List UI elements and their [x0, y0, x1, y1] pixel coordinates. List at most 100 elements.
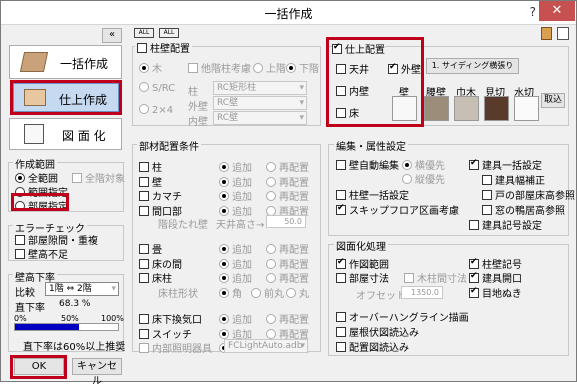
part-check[interactable]: 床の間	[139, 256, 182, 271]
rate-progress-fill	[15, 324, 79, 330]
ceiling-check[interactable]: 天井	[336, 61, 369, 76]
part-add-radio[interactable]: 追加	[219, 174, 252, 189]
pillar-wall-setting-check[interactable]: 柱壁一括設定	[336, 187, 409, 202]
part-re-radio[interactable]: 再配置	[266, 311, 309, 326]
part-re-radio[interactable]: 再配置	[266, 174, 309, 189]
part-check[interactable]: カマチ	[139, 188, 182, 203]
part-add-radio[interactable]: 追加	[219, 256, 252, 271]
light-select[interactable]: FCLightAuto.adb	[224, 339, 308, 353]
part-check[interactable]: 畳	[139, 241, 162, 256]
folder-icon[interactable]	[541, 27, 552, 40]
wallheight-check[interactable]: 壁高不足	[15, 246, 68, 261]
gap-check[interactable]: 部屋隙間・重複	[15, 232, 98, 247]
opening-check[interactable]: 建具開口	[469, 270, 522, 285]
koshi-swatch[interactable]	[424, 96, 449, 121]
scope-target-check[interactable]: 全階対象	[72, 170, 125, 185]
part-check[interactable]: 内部照明器具	[139, 340, 212, 355]
mode-button-drawing[interactable]: 図 面 化	[9, 118, 122, 150]
close-button[interactable]: ✕	[539, 1, 575, 21]
inner-check[interactable]: 内壁	[336, 83, 369, 98]
fixture-width-check[interactable]: 建具幅補正	[482, 172, 545, 187]
draw-range-check[interactable]: 作図範囲	[336, 256, 389, 271]
scale-0: 0%	[14, 314, 27, 323]
rate-value: 68.3 %	[59, 299, 91, 309]
pillar-2x4-radio[interactable]: 2×4	[139, 104, 173, 116]
joint-check[interactable]: 目地ぬき	[469, 285, 522, 300]
part-re-radio[interactable]: 再配置	[266, 256, 309, 271]
siding-button[interactable]: 1. サイディング横張り	[426, 58, 519, 74]
scale-100: 100%	[101, 314, 124, 323]
haba-swatch[interactable]	[454, 96, 479, 121]
part-add-radio[interactable]: 追加	[219, 311, 252, 326]
roof-plan-check[interactable]: 屋根伏図読込み	[336, 324, 419, 339]
offset-label: オフセット	[356, 291, 406, 302]
site-plan-check[interactable]: 配置図読込み	[336, 339, 409, 354]
part-add-radio[interactable]: 追加	[219, 241, 252, 256]
help-button[interactable]: ?	[530, 5, 536, 19]
window-lintel-check[interactable]: 窓の鴨居高参照	[482, 202, 565, 217]
mikiri-swatch[interactable]	[484, 96, 509, 121]
part-re-radio[interactable]: 再配置	[266, 241, 309, 256]
part-check[interactable]: スイッチ	[139, 326, 192, 341]
check-all-icon[interactable]: ALL	[134, 28, 154, 38]
col-select[interactable]: RC矩形柱	[213, 81, 307, 95]
shape-square-radio[interactable]: 角	[219, 285, 242, 300]
horizontal-priority-radio[interactable]: 横優先	[402, 157, 445, 172]
part-add-radio[interactable]: 追加	[219, 188, 252, 203]
shape-front-radio[interactable]: 前丸	[251, 285, 284, 300]
part-check[interactable]: 床下換気口	[139, 311, 202, 326]
auto-edit-check[interactable]: 壁自動編集	[336, 157, 399, 172]
hidden-label: 階段たれ壁	[158, 220, 208, 231]
ceil-input[interactable]: 50.0	[266, 215, 306, 228]
scope-title: 作成範囲	[13, 156, 57, 171]
part-re-radio[interactable]: 再配置	[266, 188, 309, 203]
part-re-radio[interactable]: 再配置	[266, 159, 309, 174]
dialog-window: 一括作成 ? ✕ « 一括作成 仕上作成 図 面 化 作成範囲 全範囲 全階対象…	[0, 0, 577, 387]
pillar-src-radio[interactable]: S/RC	[139, 82, 175, 94]
pillar-wood-radio[interactable]: 木	[139, 60, 162, 75]
part-check[interactable]: 床柱	[139, 270, 172, 285]
part-re-radio[interactable]: 再配置	[266, 270, 309, 285]
door-floor-check[interactable]: 戸の部屋床高参照	[482, 187, 575, 202]
fixture-symbol-check[interactable]: 建具記号設定	[469, 217, 542, 232]
part-check[interactable]: 壁	[139, 174, 162, 189]
mode-button-bulk[interactable]: 一括作成	[9, 45, 122, 79]
out-select[interactable]: RC壁	[213, 96, 307, 110]
compare-select[interactable]: 1階 ⇔ 2階	[45, 282, 119, 296]
rate-note: 直下率は60%以上推奨	[23, 342, 126, 353]
wall-swatch[interactable]	[392, 96, 417, 121]
pillar-check[interactable]: 柱壁配置	[135, 40, 192, 55]
compare-label: 比較	[15, 288, 35, 299]
import-button[interactable]: 取込	[541, 93, 565, 108]
room-dim-check[interactable]: 部屋寸法	[336, 270, 389, 285]
floor-check[interactable]: 床	[336, 105, 359, 120]
pillar-up-radio[interactable]: 上階	[253, 60, 286, 75]
pillar-symbol-check[interactable]: 柱壁記号	[469, 256, 522, 271]
pillar-down-radio[interactable]: 下階	[286, 60, 319, 75]
settings-icon[interactable]	[557, 27, 569, 40]
mizukiri-swatch[interactable]	[514, 96, 539, 121]
house-icon	[19, 52, 49, 72]
fixture-setting-check[interactable]: 建具一括設定	[469, 157, 542, 172]
offset-input[interactable]: 1350.0	[401, 286, 443, 299]
shape-round-radio[interactable]: 丸	[286, 285, 309, 300]
part-check[interactable]: 柱	[139, 159, 162, 174]
part-add-radio[interactable]: 追加	[219, 159, 252, 174]
scope-all-radio[interactable]: 全範囲	[15, 170, 58, 185]
finish-check[interactable]: 仕上配置	[332, 41, 385, 56]
ceil-label: 天井高さ→	[216, 220, 265, 231]
pillar-sub-check[interactable]: 他階柱考慮	[188, 60, 251, 75]
vertical-priority-radio[interactable]: 縦優先	[402, 171, 445, 186]
skip-floor-check[interactable]: スキップフロア区画考慮	[336, 202, 459, 217]
column-dim-check[interactable]: 木柱間寸法	[404, 270, 467, 285]
title-bar: 一括作成 ? ✕	[1, 1, 576, 25]
collapse-button[interactable]: «	[102, 28, 122, 43]
cancel-button[interactable]: キャンセル	[72, 358, 122, 387]
outer-check[interactable]: 外壁	[388, 61, 421, 76]
mode-label: 一括作成	[60, 57, 109, 71]
uncheck-all-icon[interactable]: ALL	[159, 28, 179, 38]
overhang-check[interactable]: オーバーハングライン描画	[336, 309, 469, 324]
scale-50: 50%	[61, 314, 79, 323]
in-select[interactable]: RC壁	[213, 111, 307, 125]
part-add-radio[interactable]: 追加	[219, 270, 252, 285]
